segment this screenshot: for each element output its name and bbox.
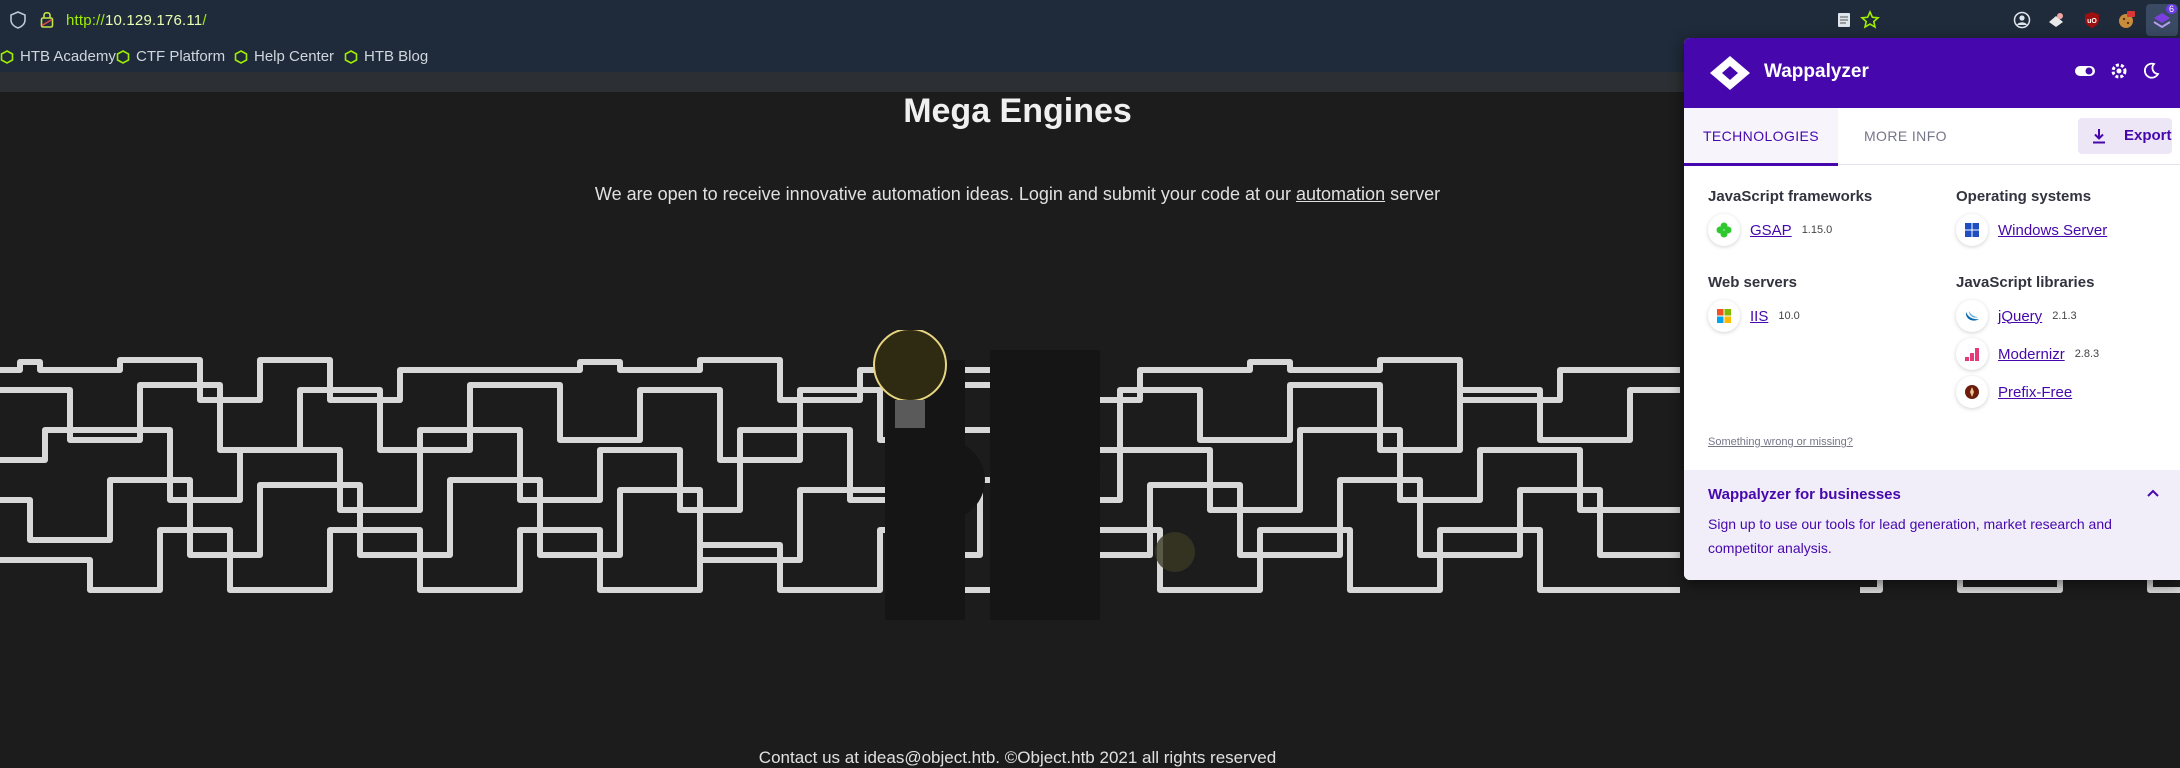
hack-the-box-icon — [234, 49, 248, 64]
tech-gsap: GSAP 1.15.0 — [1708, 214, 1832, 246]
tab-more-info[interactable]: MORE INFO — [1864, 108, 1947, 163]
business-panel: Wappalyzer for businesses Sign up to use… — [1684, 470, 2180, 580]
tech-name-link[interactable]: Windows Server — [1998, 222, 2107, 239]
bookmark-label: HTB Academy — [20, 48, 116, 65]
tech-version: 10.0 — [1778, 310, 1800, 322]
wappalyzer-toolbar-button[interactable]: 6 — [2146, 4, 2178, 36]
intro-text: We are open to receive innovative automa… — [594, 184, 1297, 204]
wappalyzer-tabs: TECHNOLOGIES MORE INFO Export — [1684, 108, 2180, 166]
url-text[interactable]: http://10.129.176.11/ — [66, 12, 207, 29]
tech-version: 2.1.3 — [2052, 310, 2077, 322]
chevron-up-icon[interactable] — [2146, 488, 2160, 498]
lock-icon[interactable] — [40, 10, 54, 28]
account-icon[interactable] — [2012, 10, 2032, 30]
gsap-icon — [1708, 214, 1740, 246]
shield-icon[interactable] — [10, 11, 26, 29]
business-text: Sign up to use our tools for lead genera… — [1708, 516, 2112, 556]
tech-version: 1.15.0 — [1801, 224, 1833, 236]
url-scheme: http:// — [66, 12, 105, 29]
bookmark-label: CTF Platform — [136, 48, 226, 65]
wappalyzer-title: Wappalyzer — [1764, 61, 1869, 82]
settings-gear-icon[interactable] — [2110, 62, 2128, 80]
tech-name-link[interactable]: IIS — [1750, 308, 1768, 325]
jquery-icon — [1956, 300, 1988, 332]
cookie-extension-icon[interactable] — [2116, 10, 2136, 30]
bookmark-ctf-platform[interactable]: CTF Platform — [116, 48, 225, 65]
hack-the-box-icon — [0, 49, 14, 64]
category-js-libraries: JavaScript libraries — [1956, 274, 2095, 291]
tech-modernizr: Modernizr 2.8.3 — [1956, 338, 2099, 370]
export-button[interactable]: Export — [2078, 118, 2172, 154]
ublock-icon[interactable]: uO — [2082, 10, 2102, 30]
bookmark-label: HTB Blog — [364, 48, 429, 65]
category-web-servers: Web servers — [1708, 274, 1797, 291]
wappalyzer-header: Wappalyzer — [1684, 38, 2180, 108]
windows-icon — [1708, 300, 1740, 332]
intro-text-end: server — [1385, 184, 1441, 204]
tech-name-link[interactable]: GSAP — [1750, 222, 1792, 239]
bookmark-htb-academy[interactable]: HTB Academy — [0, 48, 116, 65]
wappalyzer-logo-icon — [1710, 56, 1750, 90]
tech-name-link[interactable]: Modernizr — [1998, 346, 2065, 363]
bookmark-star-icon[interactable] — [1860, 10, 1880, 30]
url-bar[interactable]: http://10.129.176.11/ uO 6 — [0, 0, 2180, 40]
automation-link[interactable]: automation — [1296, 184, 1385, 204]
container-extension-icon[interactable] — [2046, 10, 2066, 30]
category-js-frameworks: JavaScript frameworks — [1708, 188, 1873, 205]
extension-badge: 6 — [2165, 4, 2177, 14]
page-footer: Contact us at ideas@object.htb. ©Object.… — [758, 748, 1277, 767]
url-host: 10.129.176.11 — [104, 12, 203, 29]
business-title[interactable]: Wappalyzer for businesses — [1708, 486, 1901, 503]
tech-prefix-free: Prefix-Free — [1956, 376, 2072, 408]
bookmark-help-center[interactable]: Help Center — [234, 48, 334, 65]
modernizr-icon — [1956, 338, 1988, 370]
tech-jquery: jQuery 2.1.3 — [1956, 300, 2077, 332]
tech-windows-server: Windows Server — [1956, 214, 2107, 246]
reader-view-icon[interactable] — [1834, 10, 1854, 30]
url-path: / — [202, 12, 207, 29]
prefix-free-icon — [1956, 376, 1988, 408]
category-operating-systems: Operating systems — [1956, 188, 2092, 205]
toggle-icon[interactable] — [2074, 64, 2096, 78]
tech-name-link[interactable]: Prefix-Free — [1998, 384, 2072, 401]
svg-text:uO: uO — [2087, 18, 2097, 25]
export-label: Export — [2124, 127, 2172, 144]
hack-the-box-icon — [344, 49, 358, 64]
tech-iis: IIS 10.0 — [1708, 300, 1800, 332]
tech-name-link[interactable]: jQuery — [1998, 308, 2042, 325]
hack-the-box-icon — [116, 49, 130, 64]
tab-technologies[interactable]: TECHNOLOGIES — [1684, 108, 1838, 166]
dark-mode-moon-icon[interactable] — [2142, 62, 2160, 80]
something-wrong-link[interactable]: Something wrong or missing? — [1708, 436, 1853, 448]
bookmark-label: Help Center — [254, 48, 335, 65]
tech-version: 2.8.3 — [2074, 348, 2100, 360]
wappalyzer-popup: Wappalyzer TECHNOLOGIES MORE INFO Export… — [1684, 38, 2180, 580]
bookmark-htb-blog[interactable]: HTB Blog — [344, 48, 428, 65]
windows-server-icon — [1956, 214, 1988, 246]
download-icon — [2093, 129, 2105, 144]
